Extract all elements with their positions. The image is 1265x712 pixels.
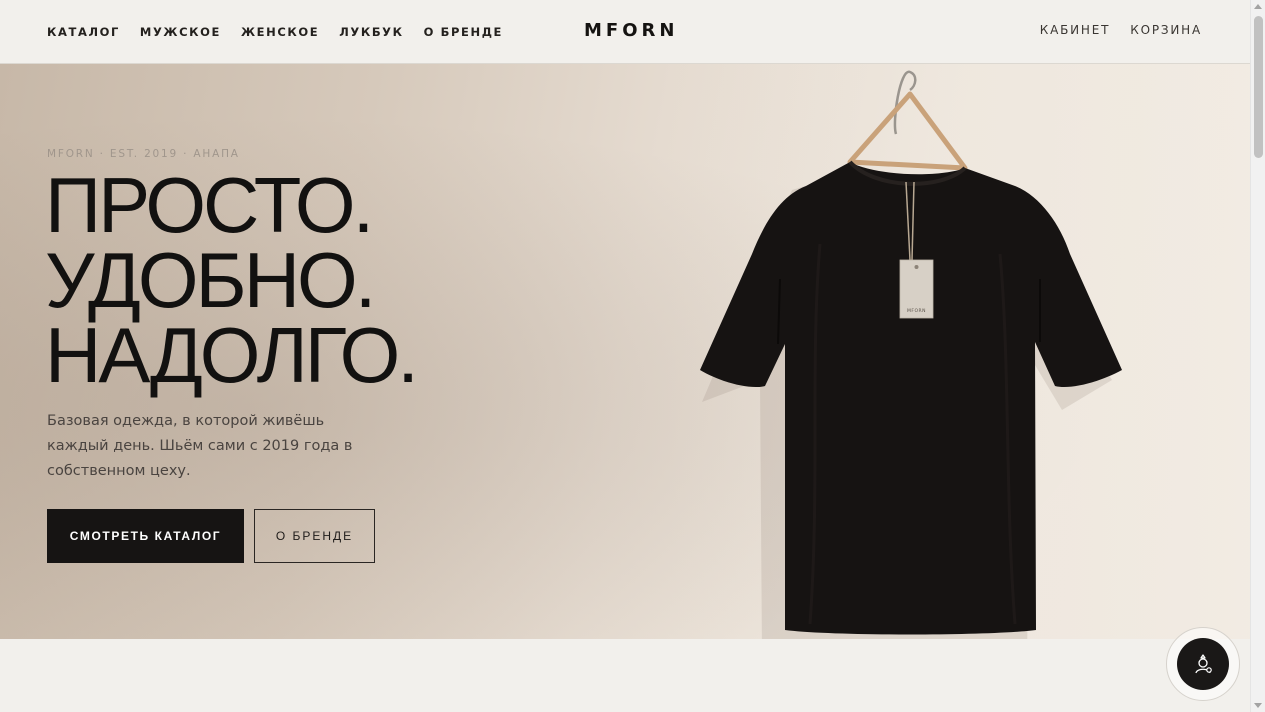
- chat-assistant-button[interactable]: [1177, 638, 1229, 690]
- nav-link-catalog[interactable]: КАТАЛОГ: [47, 25, 120, 39]
- headline-line-1: ПРОСТО.: [45, 161, 374, 249]
- next-section: [0, 639, 1250, 712]
- page-scrollbar[interactable]: [1250, 0, 1265, 712]
- about-brand-button[interactable]: О БРЕНДЕ: [254, 509, 375, 563]
- nav-link-account[interactable]: КАБИНЕТ: [1040, 23, 1110, 37]
- hero-headline: ПРОСТО. УДОБНО. НАДОЛГО.: [45, 161, 419, 399]
- main-nav: КАТАЛОГ МУЖСКОЕ ЖЕНСКОЕ ЛУКБУК О БРЕНДЕ: [47, 25, 503, 39]
- nav-link-cart[interactable]: КОРЗИНА: [1130, 23, 1202, 37]
- hero-eyebrow: MFORN · EST. 2019 · АНАПА: [47, 148, 240, 160]
- site-logo[interactable]: MFORN: [584, 20, 678, 41]
- chat-assistant-icon: [1195, 654, 1212, 674]
- view-catalog-button[interactable]: СМОТРЕТЬ КАТАЛОГ: [47, 509, 244, 563]
- nav-link-men[interactable]: МУЖСКОЕ: [140, 25, 221, 39]
- hero-subtitle: Базовая одежда, в которой живёшь каждый …: [47, 413, 353, 479]
- hero-banner: MFORN MFORN · EST. 2019 · АНАПА ПРОСТО. …: [0, 64, 1250, 639]
- scroll-down-arrow-icon[interactable]: [1254, 703, 1262, 708]
- nav-link-lookbook[interactable]: ЛУКБУК: [339, 25, 403, 39]
- nav-link-women[interactable]: ЖЕНСКОЕ: [241, 25, 319, 39]
- nav-link-about-brand[interactable]: О БРЕНДЕ: [424, 25, 503, 39]
- scroll-thumb[interactable]: [1254, 16, 1263, 158]
- site-header: КАТАЛОГ МУЖСКОЕ ЖЕНСКОЕ ЛУКБУК О БРЕНДЕ …: [0, 0, 1250, 64]
- headline-line-3: НАДОЛГО.: [45, 311, 419, 399]
- account-nav: КАБИНЕТ КОРЗИНА: [1040, 23, 1202, 37]
- tshirt-hanger-image: MFORN: [660, 64, 1250, 639]
- headline-line-2: УДОБНО.: [45, 236, 376, 324]
- tag-label: MFORN: [907, 308, 926, 314]
- scroll-up-arrow-icon[interactable]: [1254, 4, 1262, 9]
